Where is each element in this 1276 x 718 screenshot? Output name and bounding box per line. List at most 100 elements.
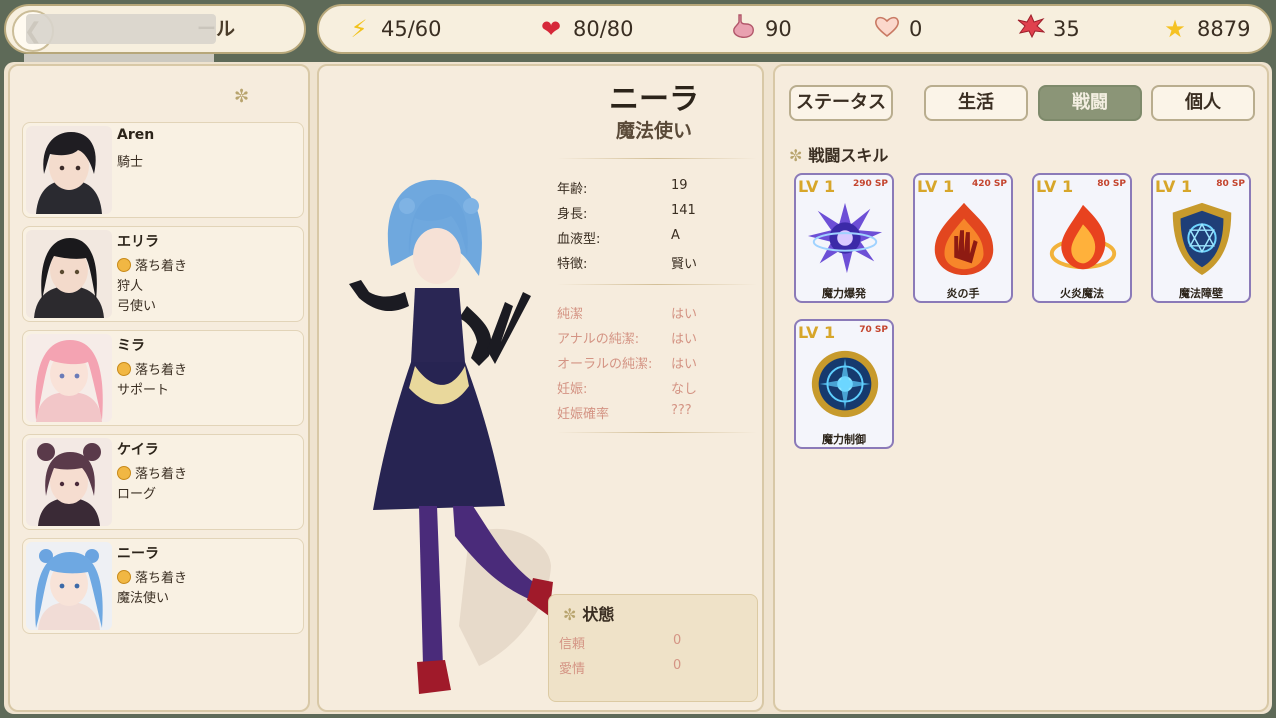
skill-card-magic-control[interactable]: LV 1 70 SP 魔力制御 xyxy=(794,319,894,449)
profile-value-pregnancy-chance: ??? xyxy=(671,403,692,418)
flower-ornament-icon: ✼ xyxy=(563,605,577,624)
skill-sp-cost: 80 SP xyxy=(1216,179,1245,189)
heart-icon: ❤ xyxy=(540,15,562,43)
mood-label: 落ち着き xyxy=(135,259,188,274)
profile-label-pregnancy-chance: 妊娠確率 xyxy=(557,407,610,422)
profile-label-extra: 純潔 xyxy=(557,307,584,322)
skill-card-flame-hand[interactable]: LV 1 420 SP 炎の手 xyxy=(913,173,1013,303)
mood-label: 落ち着き xyxy=(135,571,188,586)
flower-ornament-icon: ✼ xyxy=(789,146,803,165)
status-title: ✼ 状態 xyxy=(563,601,614,625)
character-role: 騎士 xyxy=(117,155,144,170)
profile-value-extra: はい xyxy=(671,332,698,347)
tab-status[interactable]: ステータス xyxy=(789,85,893,121)
skill-sp-cost: 80 SP xyxy=(1097,179,1126,189)
avatar xyxy=(26,438,112,526)
mood-calm-icon xyxy=(117,362,131,376)
character-mood: 落ち着き xyxy=(117,463,187,482)
skill-card-magic-shield[interactable]: LV 1 80 SP 魔法障壁 xyxy=(1151,173,1251,303)
character-card-niira[interactable]: ニーラ 落ち着き 魔法使い xyxy=(22,538,304,634)
avatar xyxy=(26,542,112,630)
profile-value-extra: はい xyxy=(671,307,698,322)
skill-name: 炎の手 xyxy=(946,287,980,300)
stat-health: ❤ 80/80 xyxy=(537,6,634,52)
magic-control-icon xyxy=(811,350,879,418)
profile-label-age: 年齢: xyxy=(557,182,588,197)
profile-label-pregnancy: 妊娠: xyxy=(557,382,588,397)
burst-icon xyxy=(1017,13,1046,44)
profile-label-height: 身長: xyxy=(557,207,588,222)
tab-combat[interactable]: 戦闘 xyxy=(1038,85,1142,121)
flame-hand-icon xyxy=(934,202,994,276)
avatar xyxy=(26,334,112,422)
stat-energy-value: 45/60 xyxy=(381,17,442,41)
status-value-love: 0 xyxy=(673,658,682,673)
stat-affection-value: 0 xyxy=(909,17,923,41)
status-label-trust: 信頼 xyxy=(559,637,586,652)
character-name-heading: ニーラ xyxy=(609,82,699,117)
skill-level: LV 1 xyxy=(917,177,955,196)
star-icon: ★ xyxy=(1164,15,1186,43)
flower-ornament-icon: ✼ xyxy=(234,86,250,107)
character-role: ローグ xyxy=(117,487,157,502)
tab-personal[interactable]: 個人 xyxy=(1151,85,1255,121)
profile-value-pregnancy: なし xyxy=(671,382,698,397)
character-role: 狩人 xyxy=(117,279,144,294)
character-card-erira[interactable]: エリラ 落ち着き 狩人 弓使い xyxy=(22,226,304,322)
status-value-trust: 0 xyxy=(673,633,682,648)
avatar xyxy=(26,230,112,318)
profile-value-extra: はい xyxy=(671,357,698,372)
character-name: ケイラ xyxy=(117,442,159,458)
character-illustration xyxy=(349,179,553,694)
lightning-icon: ⚡ xyxy=(350,15,368,43)
stat-affection: 0 xyxy=(873,6,922,52)
skill-sp-cost: 420 SP xyxy=(972,179,1007,189)
stat-gold: ★ 8879 xyxy=(1161,6,1250,52)
divider xyxy=(557,432,757,433)
skill-name: 魔力爆発 xyxy=(822,287,866,300)
skill-name: 魔法障壁 xyxy=(1179,287,1223,300)
profile-value-trait: 賢い xyxy=(671,257,698,272)
character-subrole: 弓使い xyxy=(117,299,157,314)
obscured-title-block xyxy=(26,14,216,44)
skill-level: LV 1 xyxy=(1036,177,1074,196)
status-label-love: 愛情 xyxy=(559,662,586,677)
stat-gold-value: 8879 xyxy=(1197,17,1251,41)
skills-panel: ステータス 生活 戦闘 個人 ✼ 戦闘スキル LV 1 290 SP 魔力爆発 L… xyxy=(773,64,1269,712)
profile-label-extra: アナルの純潔: xyxy=(557,332,640,347)
skill-card-magic-burst[interactable]: LV 1 290 SP 魔力爆発 xyxy=(794,173,894,303)
character-name: Aren xyxy=(117,127,155,143)
skill-level: LV 1 xyxy=(1155,177,1193,196)
tab-life[interactable]: 生活 xyxy=(924,85,1028,121)
character-mood: 落ち着き xyxy=(117,255,187,274)
profile-label-trait: 特徴: xyxy=(557,257,588,272)
magic-burst-icon xyxy=(807,202,883,274)
fire-magic-icon xyxy=(1049,204,1117,270)
profile-label-blood-type: 血液型: xyxy=(557,232,601,247)
character-mood: 落ち着き xyxy=(117,567,187,586)
skill-card-fire-magic[interactable]: LV 1 80 SP 火炎魔法 xyxy=(1032,173,1132,303)
character-mood: 落ち着き xyxy=(117,359,187,378)
character-name: エリラ xyxy=(117,234,159,250)
skill-name: 火炎魔法 xyxy=(1060,287,1104,300)
skill-sp-cost: 290 SP xyxy=(853,179,888,189)
character-class: 魔法使い xyxy=(615,120,692,142)
mood-calm-icon xyxy=(117,258,131,272)
profile-label-extra: オーラルの純潔: xyxy=(557,357,653,372)
stat-arousal-value: 35 xyxy=(1053,17,1080,41)
skill-name: 魔力制御 xyxy=(822,433,866,446)
skill-level: LV 1 xyxy=(798,177,836,196)
character-card-aren[interactable]: Aren 騎士 xyxy=(22,122,304,218)
character-card-keira[interactable]: ケイラ 落ち着き ローグ xyxy=(22,434,304,530)
character-name: ニーラ xyxy=(117,546,159,562)
mood-calm-icon xyxy=(117,570,131,584)
magic-shield-icon xyxy=(1172,202,1232,276)
stomach-icon xyxy=(729,13,757,45)
status-box: ✼ 状態 信頼 0 愛情 0 xyxy=(548,594,758,702)
character-card-mira[interactable]: ミラ 落ち着き サポート xyxy=(22,330,304,426)
skill-level: LV 1 xyxy=(798,323,836,342)
stat-energy: ⚡ 45/60 xyxy=(345,6,442,52)
character-profile-panel: ニーラ 魔法使い 年齢: 19 身長: 141 血液型: A 特徴: 賢い 純潔… xyxy=(317,64,764,712)
profile-value-height: 141 xyxy=(671,203,696,218)
character-role: 魔法使い xyxy=(117,591,170,606)
